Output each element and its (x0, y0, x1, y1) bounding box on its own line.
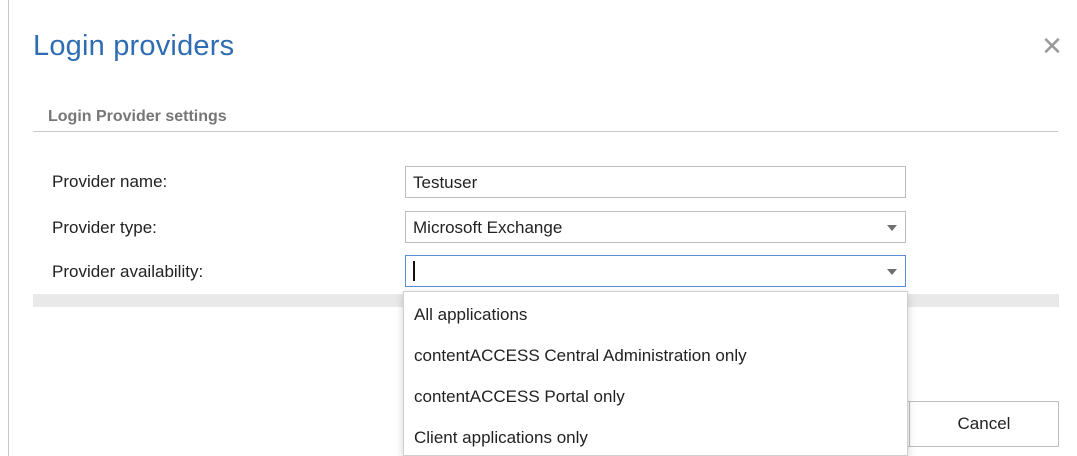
dropdown-option-portal[interactable]: contentACCESS Portal only (404, 378, 907, 416)
provider-availability-label: Provider availability: (52, 262, 204, 281)
dropdown-option-client-applications[interactable]: Client applications only (404, 419, 907, 456)
provider-name-input[interactable]: Testuser (405, 166, 906, 198)
provider-type-select[interactable]: Microsoft Exchange (405, 211, 906, 243)
dialog-left-border (8, 0, 9, 456)
provider-type-value: Microsoft Exchange (413, 218, 563, 237)
section-header: Login Provider settings (33, 106, 1058, 132)
close-icon[interactable]: ✕ (1040, 33, 1064, 59)
provider-availability-combobox[interactable] (405, 255, 906, 287)
provider-name-label: Provider name: (52, 172, 168, 191)
section-header-label: Login Provider settings (48, 108, 227, 125)
dialog-title: Login providers (33, 30, 235, 62)
provider-availability-dropdown-list: All applications contentACCESS Central A… (403, 291, 908, 456)
text-caret (413, 261, 415, 281)
provider-name-value: Testuser (413, 173, 478, 192)
provider-type-label: Provider type: (52, 218, 157, 237)
dropdown-option-all-applications[interactable]: All applications (404, 296, 907, 334)
login-providers-dialog: Login providers ✕ Login Provider setting… (0, 0, 1077, 456)
chevron-down-icon[interactable] (887, 269, 897, 275)
chevron-down-icon[interactable] (887, 225, 897, 231)
cancel-button[interactable]: Cancel (909, 401, 1059, 447)
dropdown-option-central-administration[interactable]: contentACCESS Central Administration onl… (404, 337, 907, 375)
